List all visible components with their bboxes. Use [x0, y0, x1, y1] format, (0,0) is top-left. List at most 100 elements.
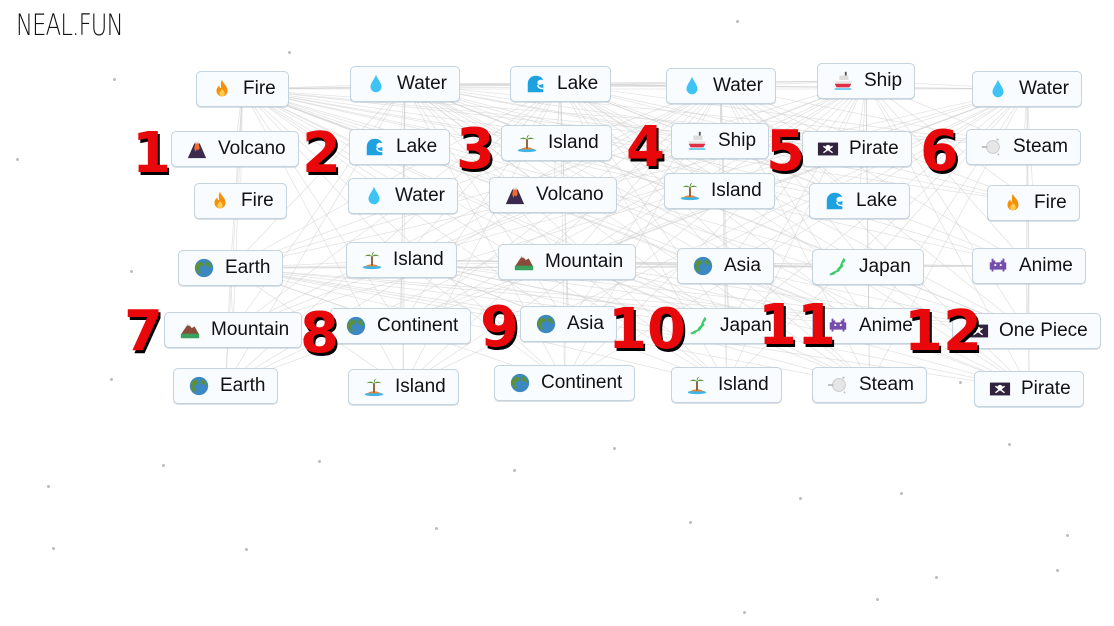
wave-icon	[824, 190, 846, 212]
background-dot	[52, 547, 55, 550]
element-item-lake[interactable]: Lake	[809, 183, 911, 219]
element-label: Lake	[557, 73, 599, 94]
water-icon	[363, 185, 385, 207]
element-item-continent[interactable]: Continent	[330, 308, 472, 344]
element-item-water[interactable]: Water	[350, 66, 460, 102]
element-item-asia[interactable]: Asia	[677, 248, 774, 284]
element-label: Continent	[541, 372, 623, 393]
element-item-earth[interactable]: Earth	[178, 250, 284, 286]
background-dot	[900, 492, 903, 495]
element-label: Anime	[1019, 255, 1073, 276]
element-item-volcano[interactable]: Volcano	[489, 177, 617, 213]
element-item-island[interactable]: Island	[671, 367, 782, 403]
element-item-mountain[interactable]: Mountain	[164, 312, 303, 348]
element-item-water[interactable]: Water	[972, 71, 1082, 107]
element-label: Steam	[1013, 136, 1068, 157]
element-item-japan[interactable]: Japan	[812, 249, 924, 285]
background-dot	[876, 598, 879, 601]
background-dot	[110, 378, 113, 381]
japan-map-icon	[688, 315, 710, 337]
connection-line	[1026, 88, 1030, 267]
element-item-pirate[interactable]: Pirate	[974, 371, 1084, 407]
group-number-label: 6	[920, 119, 959, 184]
element-item-mountain[interactable]: Mountain	[498, 244, 637, 280]
background-dot	[16, 158, 19, 161]
element-item-asia[interactable]: Asia	[520, 306, 617, 342]
volcano-icon	[504, 184, 526, 206]
element-item-water[interactable]: Water	[348, 178, 458, 214]
element-item-anime[interactable]: Anime	[972, 248, 1086, 284]
steam-icon	[981, 136, 1003, 158]
connection-line	[404, 80, 867, 85]
element-item-island[interactable]: Island	[501, 125, 612, 161]
element-item-continent[interactable]: Continent	[494, 365, 636, 401]
element-item-steam[interactable]: Steam	[812, 367, 927, 403]
background-dot	[689, 521, 692, 524]
element-label: Island	[548, 132, 599, 153]
element-item-lake[interactable]: Lake	[349, 129, 451, 165]
group-number-label: 11	[758, 293, 836, 358]
group-number-label: 8	[300, 301, 339, 366]
element-label: Earth	[225, 257, 271, 278]
element-item-island[interactable]: Island	[664, 173, 775, 209]
element-item-island[interactable]: Island	[348, 369, 459, 405]
element-label: Water	[397, 73, 447, 94]
element-item-ship[interactable]: Ship	[671, 123, 770, 159]
volcano-icon	[186, 138, 208, 160]
group-number-label: 9	[480, 295, 519, 360]
connection-line	[566, 261, 1030, 267]
element-label: Island	[395, 376, 446, 397]
fire-icon	[209, 190, 231, 212]
connection-line	[230, 83, 561, 269]
background-dot	[613, 447, 616, 450]
group-number-label: 3	[456, 117, 495, 182]
background-dot	[130, 270, 133, 273]
wave-icon	[525, 73, 547, 95]
element-item-ship[interactable]: Ship	[817, 63, 916, 99]
island-icon	[516, 132, 538, 154]
background-dot	[113, 78, 116, 81]
fire-icon	[1002, 192, 1024, 214]
background-dot	[162, 464, 165, 467]
element-item-lake[interactable]: Lake	[510, 66, 612, 102]
background-dot	[799, 497, 802, 500]
neal-fun-logo[interactable]: NEAL.FUN	[16, 8, 124, 42]
element-label: Fire	[1034, 192, 1067, 213]
group-number-label: 4	[626, 115, 665, 180]
group-number-label: 2	[302, 121, 341, 186]
background-dot	[318, 460, 321, 463]
island-icon	[361, 249, 383, 271]
background-dot	[1066, 534, 1069, 537]
wave-icon	[364, 136, 386, 158]
element-label: Mountain	[545, 251, 624, 272]
element-label: Asia	[724, 255, 761, 276]
group-number-label: 1	[132, 121, 171, 186]
ship-icon	[832, 70, 854, 92]
globe-icon	[188, 375, 210, 397]
element-item-earth[interactable]: Earth	[173, 368, 279, 404]
globe-icon	[535, 313, 557, 335]
element-item-pirate[interactable]: Pirate	[802, 131, 912, 167]
element-label: Japan	[859, 256, 911, 277]
element-item-fire[interactable]: Fire	[196, 71, 289, 107]
pirate-flag-icon	[989, 378, 1011, 400]
element-item-island[interactable]: Island	[346, 242, 457, 278]
element-label: Lake	[856, 190, 898, 211]
element-label: Volcano	[218, 138, 286, 159]
group-number-label: 12	[904, 299, 982, 364]
group-number-label: 10	[608, 297, 686, 362]
element-item-steam[interactable]: Steam	[966, 129, 1081, 165]
element-item-volcano[interactable]: Volcano	[171, 131, 299, 167]
element-item-water[interactable]: Water	[666, 68, 776, 104]
element-label: Asia	[567, 313, 604, 334]
element-label: Island	[711, 180, 762, 201]
element-item-fire[interactable]: Fire	[194, 183, 287, 219]
element-item-fire[interactable]: Fire	[987, 185, 1080, 221]
island-icon	[686, 374, 708, 396]
water-icon	[681, 75, 703, 97]
background-dot	[935, 576, 938, 579]
connection-line	[230, 88, 243, 269]
background-dot	[1008, 443, 1011, 446]
connection-line	[865, 80, 869, 268]
element-label: Ship	[864, 70, 903, 91]
